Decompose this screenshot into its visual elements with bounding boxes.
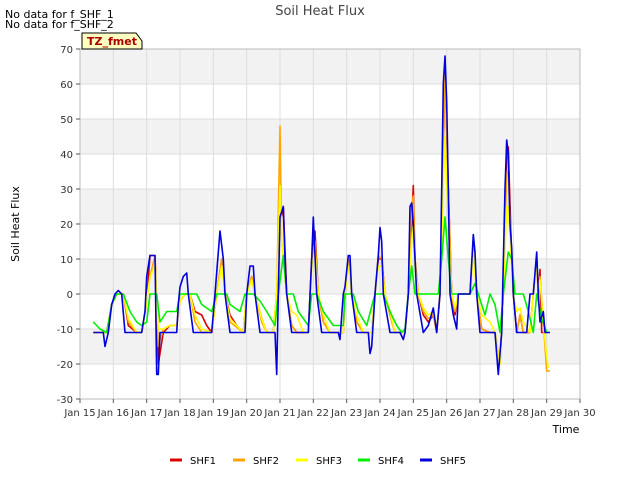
- legend-label-shf1: SHF1: [190, 456, 216, 467]
- x-tick-label: Jan 26: [430, 408, 462, 419]
- x-tick-label: Jan 24: [363, 408, 395, 419]
- y-tick-label: 60: [60, 80, 73, 91]
- x-tick-label: Jan 17: [130, 408, 162, 419]
- legend-label-shf3: SHF3: [316, 456, 342, 467]
- y-tick-label: 10: [60, 255, 73, 266]
- site-label-box: TZ_fmet: [81, 32, 143, 50]
- x-tick-label: Jan 29: [530, 408, 562, 419]
- y-tick-label: -20: [57, 360, 73, 371]
- legend-label-shf2: SHF2: [253, 456, 279, 467]
- y-tick-label: 0: [67, 290, 73, 301]
- x-tick-label: Jan 15: [63, 408, 95, 419]
- y-tick-label: 40: [60, 150, 73, 161]
- legend: SHF1 SHF2 SHF3 SHF4 SHF5: [170, 456, 466, 467]
- x-tick-label: Jan 21: [263, 408, 295, 419]
- x-tick-label: Jan 25: [397, 408, 429, 419]
- y-tick-label: 30: [60, 185, 73, 196]
- y-tick-label: -30: [57, 395, 73, 406]
- x-tick-label: Jan 19: [197, 408, 229, 419]
- site-label: TZ_fmet: [87, 35, 137, 48]
- x-tick-label: Jan 20: [230, 408, 262, 419]
- plot-band: [80, 119, 580, 154]
- chart-title: Soil Heat Flux: [275, 4, 365, 19]
- soil-heat-flux-chart: -30-20-10010203040506070Jan 15 Jan 16 Jan …: [9, 4, 596, 467]
- x-tick-label: Jan 16: [97, 408, 129, 419]
- x-tick-label: Jan 22: [297, 408, 329, 419]
- plot-band: [80, 49, 580, 84]
- x-tick-label: Jan 30: [563, 408, 595, 419]
- x-axis-label: Time: [552, 423, 580, 436]
- y-tick-label: 50: [60, 115, 73, 126]
- x-tick-label: Jan 28: [497, 408, 529, 419]
- plot-band: [80, 84, 580, 119]
- x-tick-label: Jan 27: [463, 408, 495, 419]
- y-tick-label: 70: [60, 45, 73, 56]
- y-axis-label: Soil Heat Flux: [9, 186, 22, 262]
- y-tick-label: 20: [60, 220, 73, 231]
- legend-label-shf4: SHF4: [378, 456, 404, 467]
- plot-band: [80, 364, 580, 399]
- y-tick-label: -10: [57, 325, 73, 336]
- x-tick-label: Jan 23: [330, 408, 362, 419]
- legend-label-shf5: SHF5: [440, 456, 466, 467]
- plot-band: [80, 329, 580, 364]
- x-tick-label: Jan 18: [163, 408, 195, 419]
